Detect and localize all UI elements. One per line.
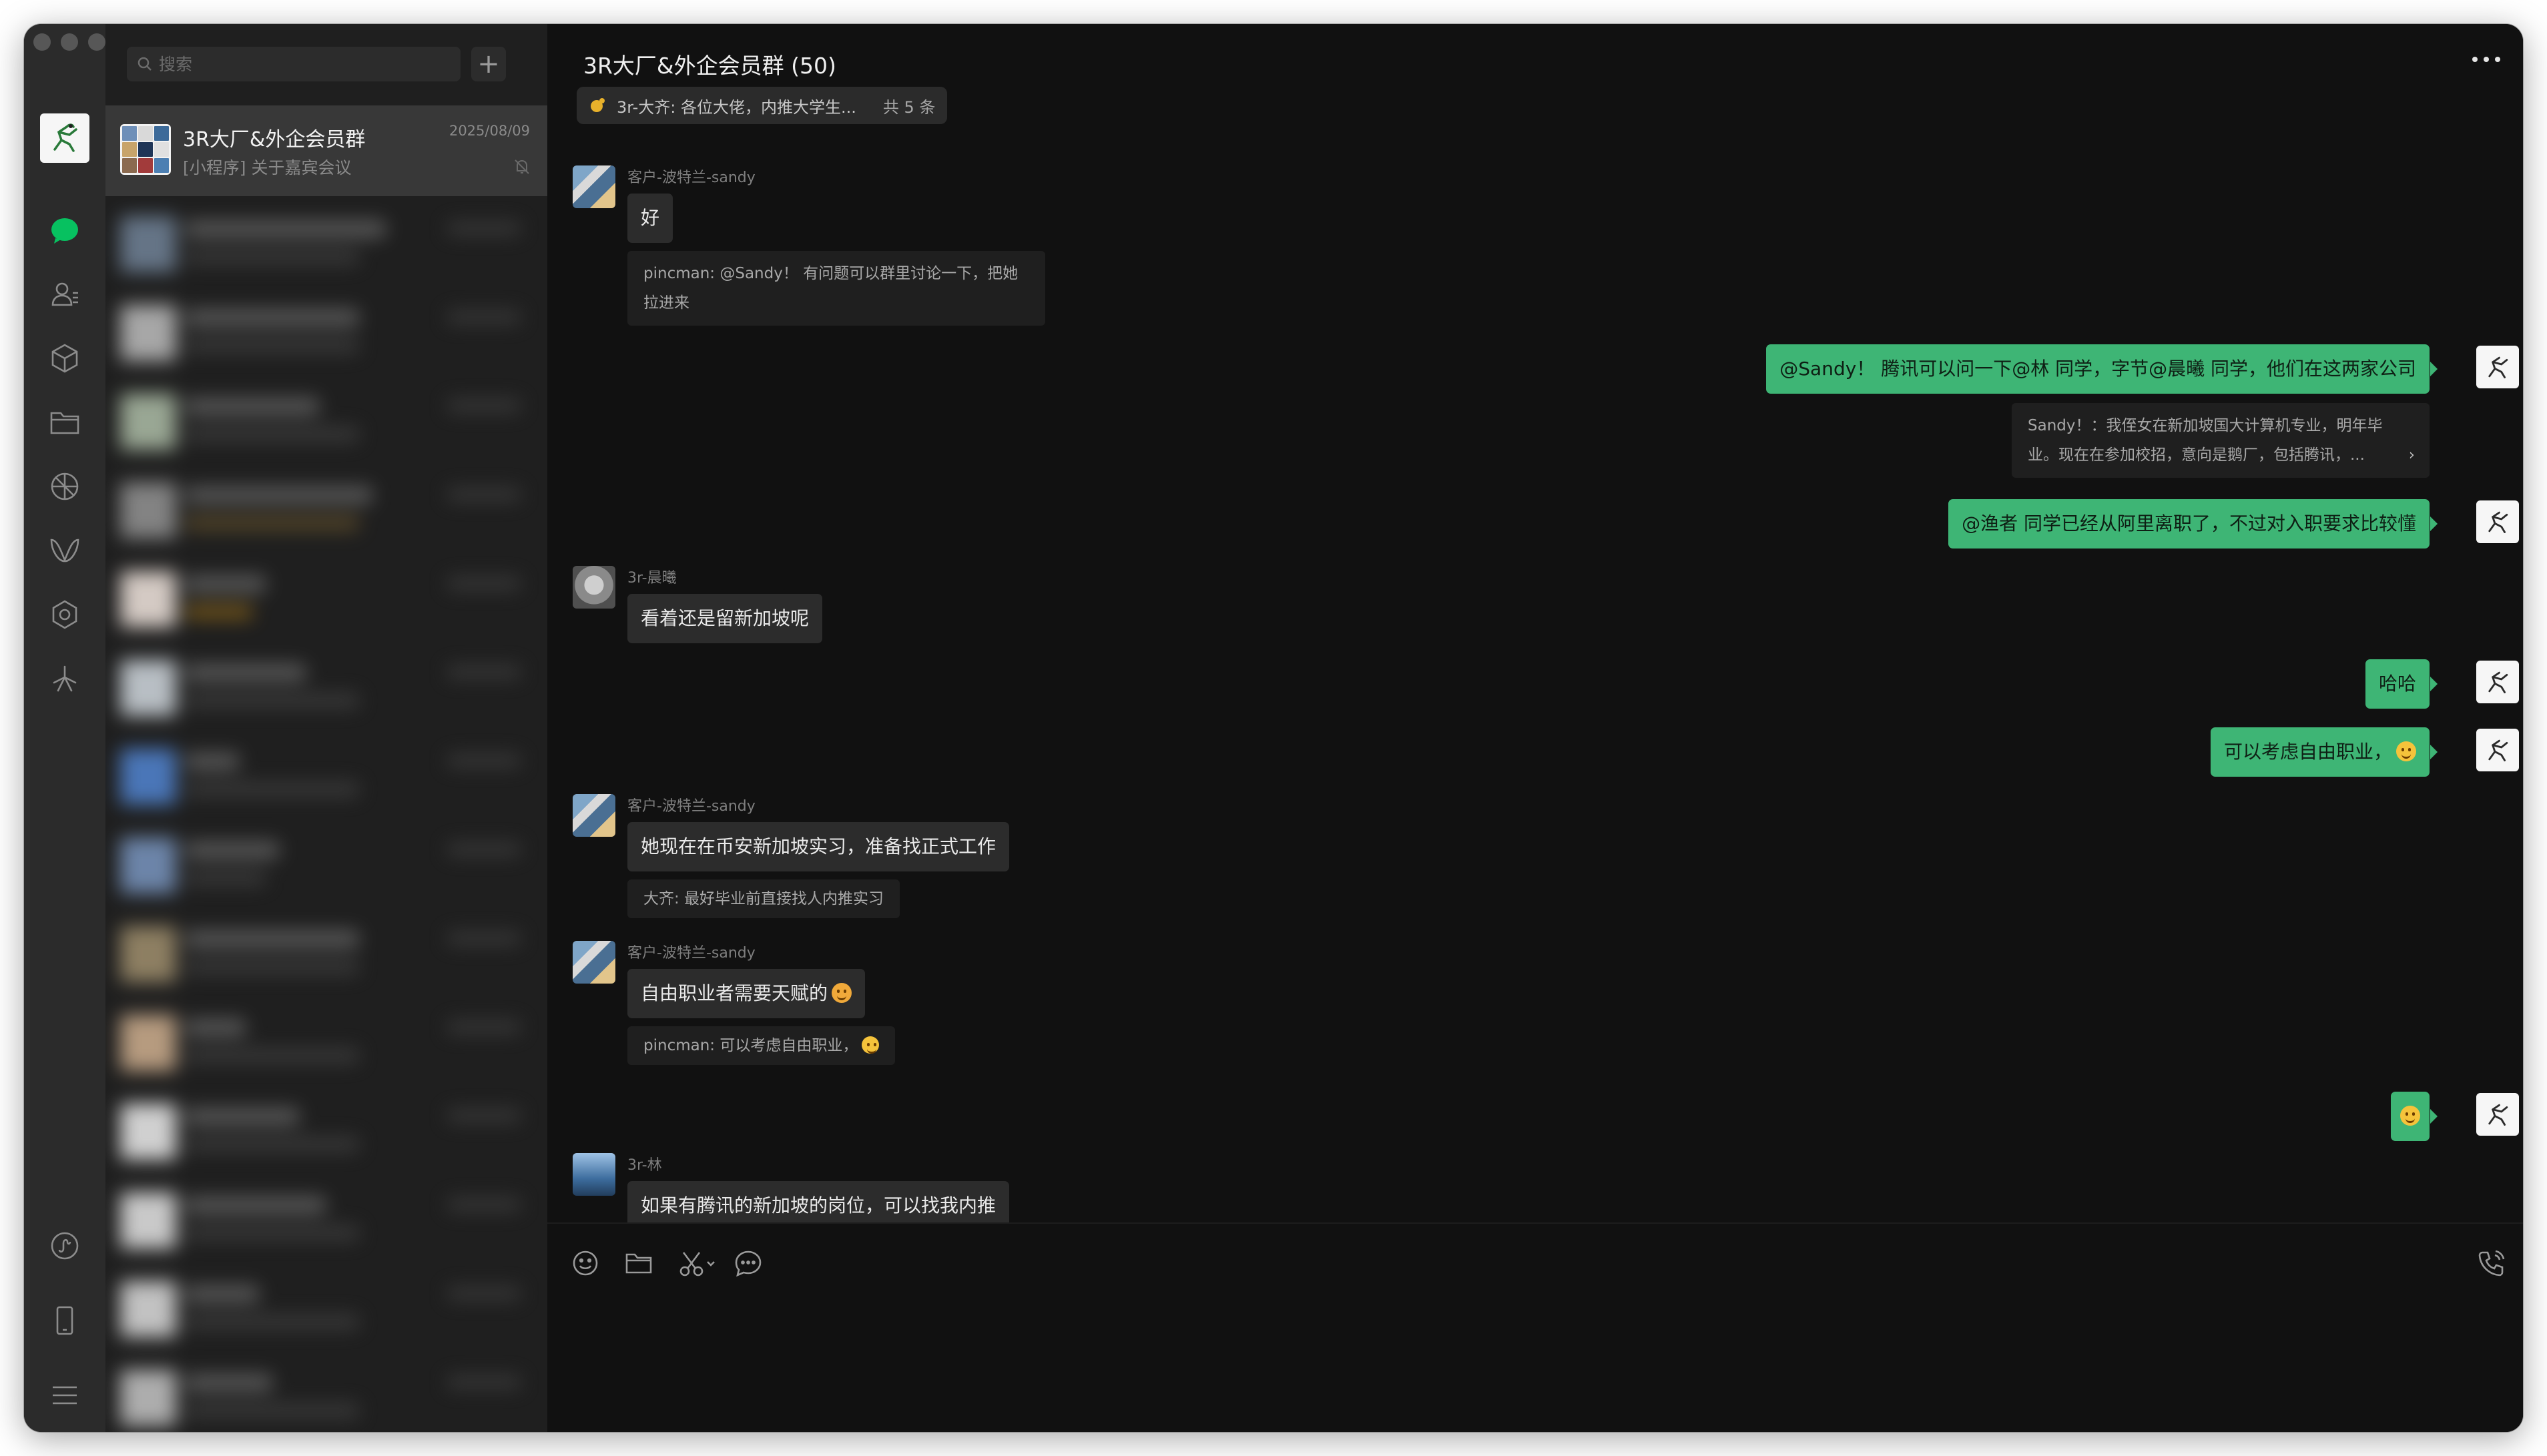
search-input[interactable] bbox=[159, 54, 426, 74]
message-composer[interactable] bbox=[547, 1222, 2523, 1432]
scissors-icon[interactable] bbox=[675, 1246, 721, 1280]
session-list: + 3R大厂&外企会员群 [小程序] 关于嘉宾会议 2025/08/09 bbox=[105, 24, 547, 1432]
message-text: 自由职业者需要天赋的 bbox=[641, 982, 828, 1004]
message-bubble-mine[interactable]: @Sandy！ 腾讯可以问一下@林 同学，字节@晨曦 同学，他们在这两家公司 bbox=[1766, 344, 2438, 394]
message-text: 可以考虑自由职业， bbox=[2223, 741, 2392, 763]
chat-title: 3R大厂&外企会员群 (50) bbox=[583, 53, 836, 79]
nav-rail bbox=[24, 24, 105, 1432]
my-avatar-small[interactable] bbox=[2476, 729, 2519, 771]
close-button[interactable] bbox=[33, 33, 51, 51]
chevron-right-icon: › bbox=[2408, 446, 2415, 464]
search-box[interactable] bbox=[127, 47, 461, 81]
runner-logo-icon bbox=[2488, 356, 2508, 378]
channels-icon[interactable] bbox=[48, 534, 81, 567]
files-icon[interactable] bbox=[48, 406, 81, 439]
my-avatar-small[interactable] bbox=[2476, 500, 2519, 543]
sender-name: 3r-林 bbox=[627, 1157, 662, 1174]
pinned-message-bar[interactable]: 3r-大齐: 各位大佬，内推大学生... 共 5 条 bbox=[577, 87, 948, 124]
folder-icon[interactable] bbox=[622, 1246, 655, 1280]
pin-emoji-icon bbox=[591, 98, 605, 112]
avatar[interactable] bbox=[573, 566, 615, 609]
session-time: 2025/08/09 bbox=[449, 123, 530, 139]
pinned-count: 共 5 条 bbox=[882, 97, 936, 117]
avatar[interactable] bbox=[573, 1153, 615, 1196]
menu-icon[interactable] bbox=[48, 1379, 81, 1412]
mini-program-panel-icon[interactable] bbox=[48, 1229, 81, 1262]
my-avatar-small[interactable] bbox=[2476, 346, 2519, 388]
runner-logo-icon bbox=[2488, 671, 2508, 693]
more-options-button[interactable] bbox=[2468, 49, 2504, 69]
grin-emoji-icon bbox=[2400, 1106, 2420, 1126]
chat-pane: 3R大厂&外企会员群 (50) 3r-大齐: 各位大佬，内推大学生... 共 5… bbox=[547, 24, 2523, 1432]
message-bubble[interactable]: 自由职业者需要天赋的 bbox=[627, 969, 866, 1018]
voice-call-icon[interactable] bbox=[2475, 1246, 2508, 1280]
search-icon bbox=[137, 57, 152, 71]
my-avatar-small[interactable] bbox=[2476, 1093, 2519, 1136]
favorites-icon[interactable] bbox=[48, 342, 81, 375]
chats-icon[interactable] bbox=[48, 214, 81, 247]
runner-logo-icon bbox=[2488, 739, 2508, 761]
avatar[interactable] bbox=[573, 794, 615, 837]
blurred-sessions bbox=[105, 199, 547, 1432]
search-discover-icon[interactable] bbox=[48, 662, 81, 695]
zoom-button[interactable] bbox=[88, 33, 105, 51]
sender-name: 客户-波特兰-sandy bbox=[627, 169, 756, 186]
sender-name: 客户-波特兰-sandy bbox=[627, 945, 756, 962]
chat-history-icon[interactable] bbox=[732, 1246, 765, 1280]
message-bubble[interactable]: 看着还是留新加坡呢 bbox=[627, 594, 823, 643]
avatar[interactable] bbox=[573, 941, 615, 984]
session-preview: [小程序] 关于嘉宾会议 bbox=[183, 158, 352, 177]
message-list: 客户-波特兰-sandy 好 pincman: @Sandy！ 有问题可以群里讨… bbox=[547, 131, 2523, 1230]
message-bubble-mine[interactable]: 可以考虑自由职业， bbox=[2210, 727, 2438, 777]
smirk-emoji-icon bbox=[2396, 741, 2416, 761]
quoted-message[interactable]: Sandy！：我侄女在新加坡国大计算机专业，明年毕业。现在在参加校招，意向是鹅厂… bbox=[2012, 403, 2430, 478]
message-bubble-mine[interactable]: 哈哈 bbox=[2365, 659, 2438, 709]
quoted-message[interactable]: pincman: 可以考虑自由职业， bbox=[627, 1026, 896, 1065]
quote-text: pincman: 可以考虑自由职业， bbox=[643, 1037, 858, 1054]
minimize-button[interactable] bbox=[61, 33, 78, 51]
sender-name: 3r-晨曦 bbox=[627, 570, 677, 587]
contacts-icon[interactable] bbox=[48, 278, 81, 311]
message-bubble[interactable]: 好 bbox=[627, 194, 673, 243]
my-avatar-small[interactable] bbox=[2476, 661, 2519, 703]
kiss-emoji-icon bbox=[832, 983, 852, 1003]
runner-logo-icon bbox=[53, 123, 77, 152]
phone-icon[interactable] bbox=[48, 1304, 81, 1337]
quoted-message[interactable]: 大齐: 最好毕业前直接找人内推实习 bbox=[627, 879, 900, 918]
mini-programs-icon[interactable] bbox=[48, 598, 81, 631]
avatar[interactable] bbox=[573, 165, 615, 208]
quote-text: Sandy！：我侄女在新加坡国大计算机专业，明年毕业。现在在参加校招，意向是鹅厂… bbox=[2028, 417, 2383, 464]
add-button[interactable]: + bbox=[471, 47, 506, 81]
smirk-emoji-icon bbox=[862, 1036, 880, 1054]
session-name: 3R大厂&外企会员群 bbox=[183, 128, 366, 151]
runner-logo-icon bbox=[2488, 1104, 2508, 1126]
window-controls bbox=[33, 33, 105, 51]
wechat-window: + 3R大厂&外企会员群 [小程序] 关于嘉宾会议 2025/08/09 bbox=[24, 24, 2523, 1432]
session-item-active[interactable]: 3R大厂&外企会员群 [小程序] 关于嘉宾会议 2025/08/09 bbox=[105, 105, 547, 196]
emoji-icon[interactable] bbox=[569, 1246, 602, 1280]
runner-logo-icon bbox=[2488, 511, 2508, 533]
message-bubble[interactable]: 她现在在币安新加坡实习，准备找正式工作 bbox=[627, 822, 1010, 871]
mute-bell-icon bbox=[515, 159, 529, 174]
pinned-text: 3r-大齐: 各位大佬，内推大学生... bbox=[617, 97, 856, 117]
sender-name: 客户-波特兰-sandy bbox=[627, 798, 756, 815]
group-avatar bbox=[120, 124, 171, 175]
my-avatar[interactable] bbox=[40, 113, 89, 163]
moments-icon[interactable] bbox=[48, 470, 81, 503]
quoted-message[interactable]: pincman: @Sandy！ 有问题可以群里讨论一下，把她拉进来 bbox=[627, 251, 1045, 326]
message-bubble-mine[interactable] bbox=[2391, 1092, 2438, 1141]
message-bubble-mine[interactable]: @渔者 同学已经从阿里离职了，不过对入职要求比较懂 bbox=[1948, 499, 2438, 549]
